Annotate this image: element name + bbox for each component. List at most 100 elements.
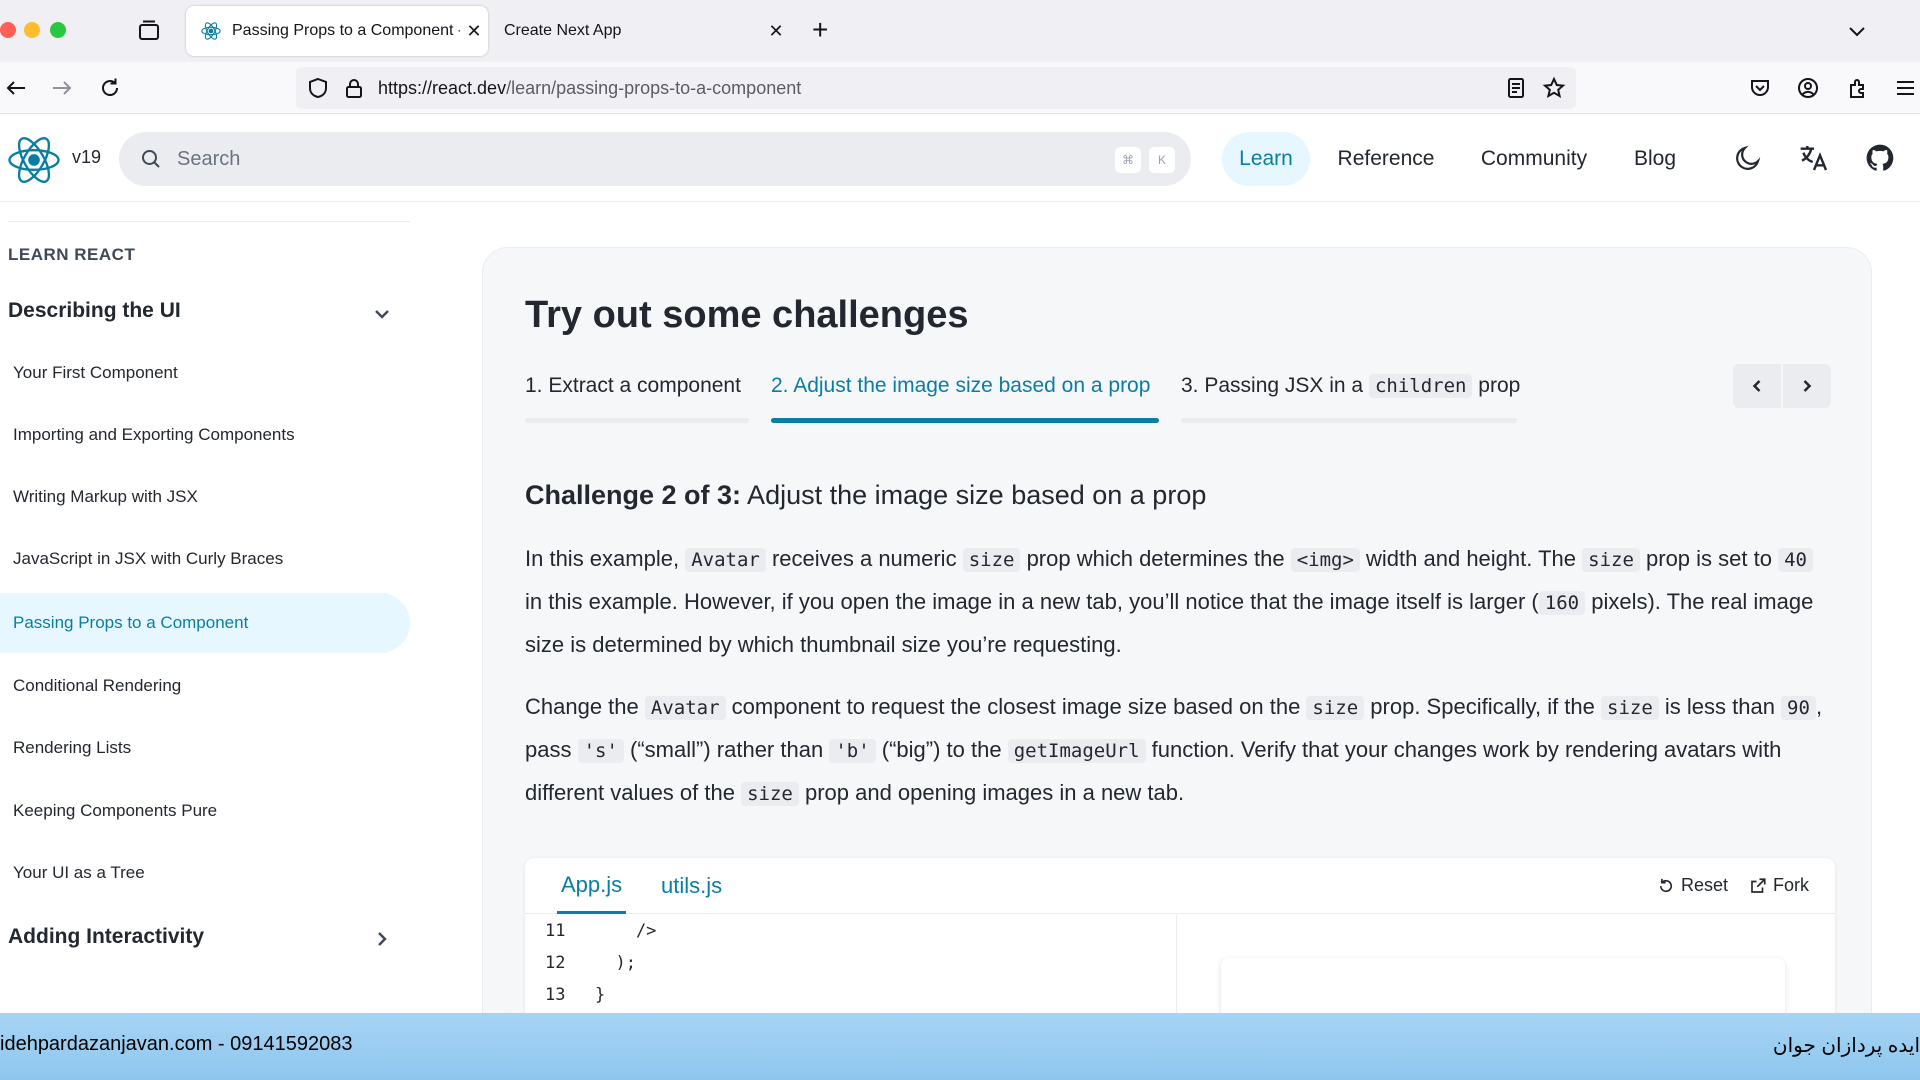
text: in this example. However, if you open th… bbox=[525, 589, 1539, 614]
inline-code: size bbox=[1582, 548, 1640, 572]
code-line: 12 ); bbox=[545, 953, 636, 985]
watermark-brand: ایده پردازان جوان bbox=[1772, 1035, 1920, 1057]
sidebar-item-conditional-rendering[interactable]: Conditional Rendering bbox=[0, 656, 410, 716]
sidebar-item-rendering-lists[interactable]: Rendering Lists bbox=[0, 718, 410, 778]
github-icon[interactable] bbox=[1862, 140, 1898, 176]
code-text: } bbox=[595, 985, 606, 1005]
line-number: 12 bbox=[545, 953, 566, 973]
bookmark-star-icon[interactable] bbox=[1542, 76, 1566, 100]
pocket-icon[interactable] bbox=[1744, 72, 1776, 104]
challenge-paragraph-1: In this example, Avatar receives a numer… bbox=[525, 538, 1835, 666]
nav-blog[interactable]: Blog bbox=[1620, 132, 1690, 186]
challenge-tab-2-underline bbox=[771, 418, 1159, 423]
challenge-tab-1[interactable]: 1. Extract a component bbox=[525, 374, 741, 398]
code-text: /> bbox=[595, 921, 657, 941]
shortcut-key: ⌘ bbox=[1115, 147, 1141, 173]
file-tab-utils-js[interactable]: utils.js bbox=[661, 858, 722, 914]
url-domain: https://react.dev bbox=[378, 78, 507, 98]
challenge-tab-2[interactable]: 2. Adjust the image size based on a prop bbox=[771, 374, 1150, 398]
inline-code: <img> bbox=[1290, 548, 1360, 572]
zoom-window-button[interactable] bbox=[50, 22, 66, 38]
version-label[interactable]: v19 bbox=[72, 147, 101, 168]
reset-label: Reset bbox=[1681, 875, 1729, 895]
search-bar[interactable]: ⌘ K bbox=[119, 132, 1191, 186]
nav-learn[interactable]: Learn bbox=[1222, 132, 1310, 186]
browser-tab-create-next-app[interactable]: Create Next App ✕ bbox=[490, 6, 790, 56]
tab-close-icon[interactable]: ✕ bbox=[762, 21, 790, 42]
sidebar-item-label: Keeping Components Pure bbox=[13, 801, 218, 820]
sidebar: LEARN REACT Describing the UI Your First… bbox=[0, 203, 420, 1013]
account-icon[interactable] bbox=[1792, 72, 1824, 104]
previous-challenge-button[interactable] bbox=[1733, 364, 1781, 408]
inline-code: children bbox=[1368, 374, 1473, 398]
text: prop. Specifically, if the bbox=[1364, 694, 1601, 719]
reader-view-icon[interactable] bbox=[1504, 76, 1528, 100]
text: is less than bbox=[1658, 694, 1782, 719]
sidebar-item-writing-markup[interactable]: Writing Markup with JSX bbox=[0, 467, 410, 527]
list-all-tabs-icon[interactable] bbox=[1844, 18, 1870, 44]
text: (“big”) to the bbox=[875, 737, 1008, 762]
sidebar-item-ui-as-tree[interactable]: Your UI as a Tree bbox=[0, 843, 410, 903]
sidebar-item-label: Importing and Exporting Components bbox=[13, 425, 295, 444]
fork-external-icon bbox=[1751, 877, 1766, 893]
text: Change the bbox=[525, 694, 645, 719]
reset-button[interactable]: Reset bbox=[1657, 875, 1728, 896]
react-favicon-icon bbox=[200, 20, 222, 42]
sidebar-item-label: Rendering Lists bbox=[13, 738, 132, 757]
inline-code: 160 bbox=[1538, 591, 1586, 615]
forward-icon[interactable] bbox=[46, 72, 78, 104]
sidebar-item-javascript-in-jsx[interactable]: JavaScript in JSX with Curly Braces bbox=[0, 529, 410, 589]
new-tab-icon[interactable]: + bbox=[812, 14, 828, 46]
url-text[interactable]: https://react.dev/learn/passing-props-to… bbox=[378, 78, 801, 99]
inline-code: Avatar bbox=[644, 696, 726, 720]
tracking-protection-icon[interactable] bbox=[306, 76, 330, 100]
inline-code: size bbox=[1601, 696, 1659, 720]
inline-code: Avatar bbox=[685, 548, 766, 572]
fork-button[interactable]: Fork bbox=[1749, 875, 1809, 896]
browser-tab-bar: Passing Props to a Component - ✕ Create … bbox=[0, 0, 1920, 62]
text: component to request the closest image s… bbox=[725, 694, 1307, 719]
language-translate-icon[interactable] bbox=[1796, 140, 1832, 176]
extensions-icon[interactable] bbox=[1842, 72, 1874, 104]
sidebar-item-keeping-components-pure[interactable]: Keeping Components Pure bbox=[0, 781, 410, 841]
reset-icon bbox=[1659, 878, 1673, 892]
dark-mode-moon-icon[interactable] bbox=[1730, 140, 1766, 176]
back-icon[interactable] bbox=[0, 72, 32, 104]
sidebar-item-passing-props[interactable]: Passing Props to a Component bbox=[0, 593, 410, 653]
tab-overview-icon[interactable] bbox=[136, 18, 162, 44]
chevron-down-icon[interactable] bbox=[370, 302, 394, 326]
tab-close-icon[interactable]: ✕ bbox=[460, 21, 488, 42]
nav-community[interactable]: Community bbox=[1462, 132, 1606, 186]
url-path: /learn/passing-props-to-a-component bbox=[506, 78, 802, 98]
challenge-tab-3-text: prop bbox=[1472, 374, 1521, 397]
sidebar-section-describing-ui[interactable]: Describing the UI bbox=[8, 299, 181, 323]
nav-reference[interactable]: Reference bbox=[1326, 132, 1446, 186]
sidebar-section-adding-interactivity[interactable]: Adding Interactivity bbox=[8, 925, 204, 949]
url-bar[interactable]: https://react.dev/learn/passing-props-to… bbox=[296, 67, 1576, 109]
line-number: 13 bbox=[545, 985, 566, 1005]
react-logo-icon[interactable] bbox=[6, 132, 62, 188]
fork-label: Fork bbox=[1773, 875, 1809, 895]
text: prop and opening images in a new tab. bbox=[798, 780, 1185, 805]
sidebar-heading: LEARN REACT bbox=[8, 245, 136, 264]
lock-icon[interactable] bbox=[342, 76, 366, 100]
minimize-window-button[interactable] bbox=[24, 22, 40, 38]
reload-icon[interactable] bbox=[94, 72, 126, 104]
sidebar-item-importing-exporting[interactable]: Importing and Exporting Components bbox=[0, 405, 410, 465]
search-input[interactable] bbox=[177, 146, 1077, 172]
next-challenge-button[interactable] bbox=[1783, 364, 1831, 408]
close-window-button[interactable] bbox=[0, 22, 16, 38]
sidebar-item-label: Your First Component bbox=[13, 363, 178, 382]
browser-tab-passing-props[interactable]: Passing Props to a Component - ✕ bbox=[186, 6, 488, 56]
inline-code: 90 bbox=[1781, 696, 1816, 720]
sandbox-file-tabs: App.js utils.js Reset Fork bbox=[525, 858, 1835, 914]
challenge-name: Adjust the image size based on a prop bbox=[741, 480, 1207, 510]
challenge-heading: Challenge 2 of 3: Adjust the image size … bbox=[525, 480, 1206, 511]
challenge-tab-3[interactable]: 3. Passing JSX in a children prop bbox=[1181, 374, 1520, 398]
shortcut-key: K bbox=[1149, 147, 1175, 173]
challenges-card: Try out some challenges 1. Extract a com… bbox=[482, 247, 1872, 1058]
chevron-right-icon[interactable] bbox=[370, 927, 394, 951]
sidebar-item-your-first-component[interactable]: Your First Component bbox=[0, 343, 410, 403]
file-tab-app-js[interactable]: App.js bbox=[557, 858, 627, 914]
menu-icon[interactable] bbox=[1890, 72, 1920, 104]
